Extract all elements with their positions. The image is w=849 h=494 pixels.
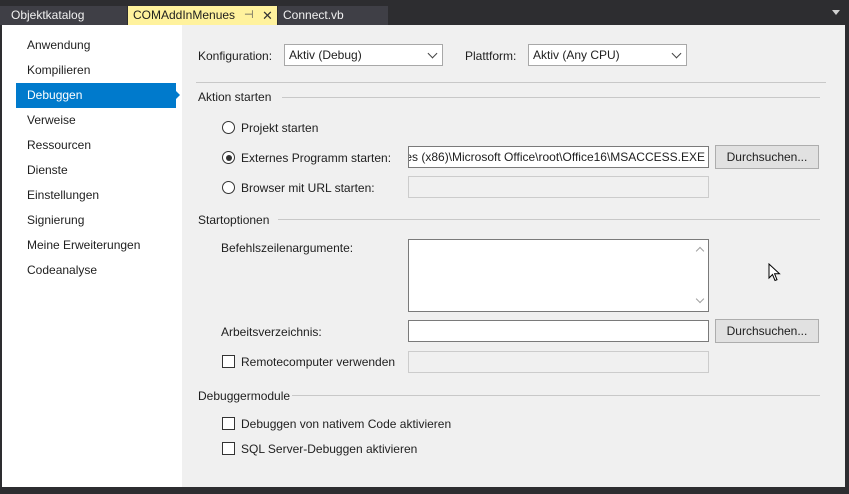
section-title-debuggermodule: Debuggermodule xyxy=(198,389,291,403)
window-border xyxy=(0,487,849,494)
tab-connect-vb[interactable]: Connect.vb xyxy=(278,6,388,25)
sidebar-item-debuggen[interactable]: Debuggen xyxy=(16,83,176,108)
window-border xyxy=(845,25,849,487)
radio-browser-url[interactable] xyxy=(222,181,235,194)
browse-program-button[interactable]: Durchsuchen... xyxy=(715,145,819,169)
arbeitsverzeichnis-label: Arbeitsverzeichnis: xyxy=(221,325,322,339)
url-input[interactable] xyxy=(408,176,709,198)
command-line-args-textarea[interactable] xyxy=(408,239,709,312)
sql-server-debug-checkbox[interactable] xyxy=(222,442,235,455)
external-program-path-value: les (x86)\Microsoft Office\root\Office16… xyxy=(408,150,705,164)
plattform-value: Aktiv (Any CPU) xyxy=(533,48,620,62)
radio-selected-dot xyxy=(225,154,232,161)
pin-icon[interactable]: ⊣ xyxy=(244,6,254,25)
radio-externes-programm[interactable] xyxy=(222,151,235,164)
tab-label: Connect.vb xyxy=(283,8,344,22)
sidebar-item-kompilieren[interactable]: Kompilieren xyxy=(16,58,176,83)
tab-label: COMAddInMenues xyxy=(133,8,236,22)
divider xyxy=(196,82,826,83)
working-directory-input[interactable] xyxy=(408,320,709,342)
section-divider xyxy=(292,395,820,396)
close-icon[interactable]: ✕ xyxy=(262,6,273,25)
befehlszeilenargumente-label: Befehlszeilenargumente: xyxy=(221,241,354,255)
section-divider xyxy=(282,97,820,98)
remote-computer-checkbox[interactable] xyxy=(222,355,235,368)
browser-url-label: Browser mit URL starten: xyxy=(241,181,375,195)
external-program-path-input[interactable]: les (x86)\Microsoft Office\root\Office16… xyxy=(408,146,709,168)
sidebar-item-ressourcen[interactable]: Ressourcen xyxy=(16,133,176,158)
tab-overflow-chevron-icon[interactable] xyxy=(832,10,840,15)
native-code-debug-checkbox[interactable] xyxy=(222,417,235,430)
section-title-aktion-starten: Aktion starten xyxy=(198,90,272,104)
externes-programm-label: Externes Programm starten: xyxy=(241,151,392,165)
sidebar-item-einstellungen[interactable]: Einstellungen xyxy=(16,183,176,208)
textarea-scrollbar[interactable] xyxy=(692,240,708,311)
sidebar-item-verweise[interactable]: Verweise xyxy=(16,108,176,133)
sidebar-item-signierung[interactable]: Signierung xyxy=(16,208,176,233)
scroll-up-icon[interactable] xyxy=(695,246,705,256)
chevron-down-icon xyxy=(671,48,682,59)
projekt-starten-label: Projekt starten xyxy=(241,121,319,135)
plattform-select[interactable]: Aktiv (Any CPU) xyxy=(528,44,687,66)
sidebar-item-codeanalyse[interactable]: Codeanalyse xyxy=(16,258,176,283)
native-code-debug-label: Debuggen von nativem Code aktivieren xyxy=(241,417,452,431)
konfiguration-label: Konfiguration: xyxy=(198,49,273,63)
scroll-down-icon[interactable] xyxy=(695,294,705,304)
radio-projekt-starten[interactable] xyxy=(222,121,235,134)
tab-objektkatalog[interactable]: Objektkatalog xyxy=(0,6,127,25)
property-pages-sidebar: Anwendung Kompilieren Debuggen Verweise … xyxy=(2,25,182,487)
konfiguration-select[interactable]: Aktiv (Debug) xyxy=(284,44,443,66)
section-title-startoptionen: Startoptionen xyxy=(198,213,270,227)
tab-label: Objektkatalog xyxy=(11,8,85,22)
remote-computer-input[interactable] xyxy=(408,351,709,373)
remote-computer-label: Remotecomputer verwenden xyxy=(241,355,396,369)
sidebar-item-anwendung[interactable]: Anwendung xyxy=(16,33,176,58)
tab-comaddinmenues[interactable]: COMAddInMenues ⊣ ✕ xyxy=(128,6,277,25)
section-divider xyxy=(278,219,820,220)
konfiguration-value: Aktiv (Debug) xyxy=(289,48,362,62)
sidebar-item-meine-erweiterungen[interactable]: Meine Erweiterungen xyxy=(16,233,176,258)
sidebar-item-dienste[interactable]: Dienste xyxy=(16,158,176,183)
plattform-label: Plattform: xyxy=(465,49,517,63)
active-item-arrow-icon xyxy=(174,89,180,101)
document-tab-bar: Objektkatalog COMAddInMenues ⊣ ✕ Connect… xyxy=(0,0,849,25)
browse-directory-button[interactable]: Durchsuchen... xyxy=(715,319,819,343)
chevron-down-icon xyxy=(427,48,438,59)
mouse-cursor-icon xyxy=(768,263,781,282)
sql-server-debug-label: SQL Server-Debuggen aktivieren xyxy=(241,442,418,456)
